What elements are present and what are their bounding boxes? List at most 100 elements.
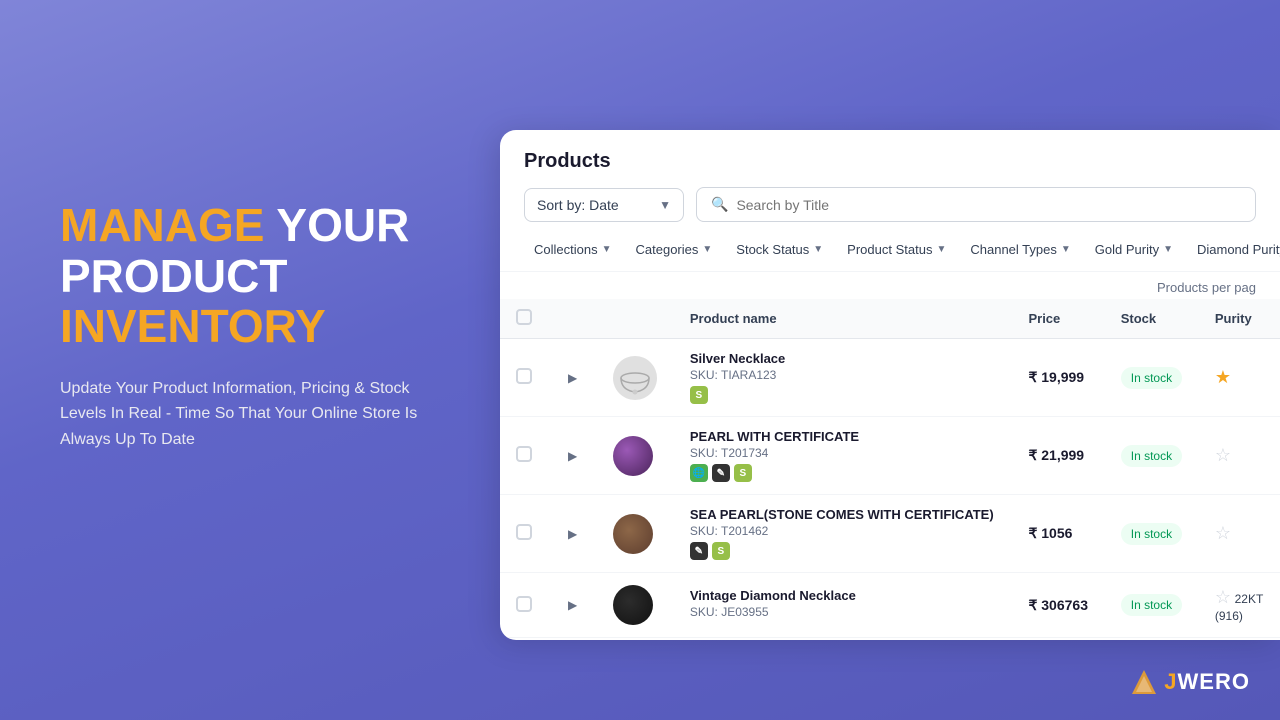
categories-chevron-icon: ▼ [702,244,712,255]
filter-bar: Collections ▼ Categories ▼ Stock Status … [500,236,1280,272]
row1-expand-cell: ▶ [548,339,597,417]
headline-inventory: INVENTORY [60,300,326,352]
select-all-checkbox[interactable] [516,309,532,325]
row4-purity-cell: ☆ 22KT(916) [1199,573,1280,638]
th-checkbox [500,299,548,339]
search-icon: 🔍 [711,196,728,213]
logo-text: JWERO [1164,669,1250,695]
row4-stock-cell: In stock [1105,573,1199,638]
headline-your: YOUR [276,199,409,251]
row1-channels: S [690,386,997,404]
gold-purity-chevron-icon: ▼ [1163,244,1173,255]
filter-stock-status[interactable]: Stock Status ▼ [726,236,833,263]
headline: MANAGE YOUR PRODUCT INVENTORY [60,200,460,352]
row1-product-image [613,356,657,400]
row1-product-name: Silver Necklace [690,351,997,366]
row1-star-button[interactable]: ★ [1215,367,1231,388]
logo-icon [1130,668,1158,696]
row3-expand-button[interactable]: ▶ [564,523,581,545]
row2-product-image [613,436,653,476]
th-img [597,299,674,339]
th-purity: Purity [1199,299,1280,339]
row3-product-name: SEA PEARL(STONE COMES WITH CERTIFICATE) [690,507,997,522]
table-row: ▶ Vintage Diamond Necklace SKU: JE03955 … [500,573,1280,638]
filter-gold-purity[interactable]: Gold Purity ▼ [1085,236,1183,263]
panel-header: Products Sort by: Date ▼ 🔍 [500,130,1280,236]
channel-types-chevron-icon: ▼ [1061,244,1071,255]
row3-checkbox[interactable] [516,524,532,540]
row1-product-sku: SKU: TIARA123 [690,368,997,382]
row4-price-cell: ₹ 306763 [1012,573,1104,638]
row3-edit-badge: ✎ [690,542,708,560]
row2-purity-cell: ☆ [1199,417,1280,495]
search-box: 🔍 [696,187,1256,222]
row1-checkbox[interactable] [516,368,532,384]
panel-title: Products [524,150,1256,173]
table-container: Product name Price Stock Purity ▶ [500,299,1280,640]
row4-star-button[interactable]: ☆ [1215,587,1231,608]
row1-shopify-badge: S [690,386,708,404]
row3-product-info: SEA PEARL(STONE COMES WITH CERTIFICATE) … [674,495,1013,573]
row2-expand-cell: ▶ [548,417,597,495]
left-content: MANAGE YOUR PRODUCT INVENTORY Update You… [60,200,460,453]
row3-checkbox-cell [500,495,548,573]
row3-product-sku: SKU: T201462 [690,524,997,538]
row4-product-sku: SKU: JE03955 [690,605,997,619]
row4-product-name: Vintage Diamond Necklace [690,588,997,603]
filter-categories[interactable]: Categories ▼ [626,236,723,263]
row1-expand-button[interactable]: ▶ [564,367,581,389]
row3-price-cell: ₹ 1056 [1012,495,1104,573]
row2-price-cell: ₹ 21,999 [1012,417,1104,495]
filter-channel-types[interactable]: Channel Types ▼ [960,236,1080,263]
row2-product-info: PEARL WITH CERTIFICATE SKU: T201734 🌐 ✎ … [674,417,1013,495]
collections-chevron-icon: ▼ [602,244,612,255]
th-stock: Stock [1105,299,1199,339]
row1-stock-badge: In stock [1121,367,1182,389]
filter-diamond-purity[interactable]: Diamond Purity ▼ [1187,236,1280,263]
row4-expand-button[interactable]: ▶ [564,594,581,616]
product-status-chevron-icon: ▼ [936,244,946,255]
row2-product-sku: SKU: T201734 [690,446,997,460]
row4-stock-badge: In stock [1121,594,1182,616]
table-row: ▶ Silver Necklace SKU: TI [500,339,1280,417]
row3-channels: ✎ S [690,542,997,560]
row4-checkbox[interactable] [516,596,532,612]
products-table: Product name Price Stock Purity ▶ [500,299,1280,638]
row1-price: ₹ 19,999 [1028,369,1084,385]
row4-price: ₹ 306763 [1028,597,1088,613]
row2-edit-badge: ✎ [712,464,730,482]
headline-product: PRODUCT [60,250,287,302]
table-row: ▶ SEA PEARL(STONE COMES WITH CERTIFICATE… [500,495,1280,573]
row1-stock-cell: In stock [1105,339,1199,417]
row1-img-cell [597,339,674,417]
row4-product-image [613,585,653,625]
row4-img-cell [597,573,674,638]
row4-expand-cell: ▶ [548,573,597,638]
sort-label: Sort by: Date [537,197,619,213]
row2-checkbox-cell [500,417,548,495]
row1-checkbox-cell [500,339,548,417]
row3-expand-cell: ▶ [548,495,597,573]
row2-checkbox[interactable] [516,446,532,462]
row4-checkbox-cell [500,573,548,638]
search-input[interactable] [736,197,1241,213]
row3-stock-cell: In stock [1105,495,1199,573]
products-per-page: Products per pag [500,272,1280,299]
subtitle: Update Your Product Information, Pricing… [60,376,420,453]
row1-product-info: Silver Necklace SKU: TIARA123 S [674,339,1013,417]
row3-product-image [613,514,653,554]
filter-collections[interactable]: Collections ▼ [524,236,622,263]
row2-channels: 🌐 ✎ S [690,464,997,482]
row2-expand-button[interactable]: ▶ [564,445,581,467]
filter-product-status[interactable]: Product Status ▼ [837,236,956,263]
sort-chevron-icon: ▼ [659,198,671,212]
row3-stock-badge: In stock [1121,523,1182,545]
row3-shopify-badge: S [712,542,730,560]
row2-star-button[interactable]: ☆ [1215,445,1231,466]
necklace-icon [617,360,653,396]
sort-select[interactable]: Sort by: Date ▼ [524,188,684,222]
row3-price: ₹ 1056 [1028,525,1072,541]
row2-price: ₹ 21,999 [1028,447,1084,463]
row2-web-badge: 🌐 [690,464,708,482]
row3-star-button[interactable]: ☆ [1215,523,1231,544]
